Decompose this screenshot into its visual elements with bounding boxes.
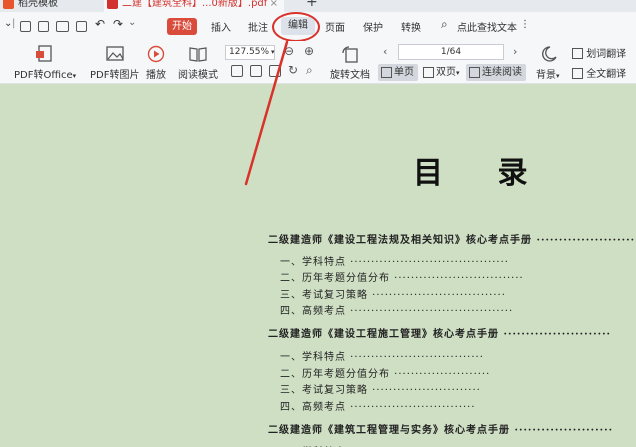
annotation-arrow [244, 40, 289, 186]
